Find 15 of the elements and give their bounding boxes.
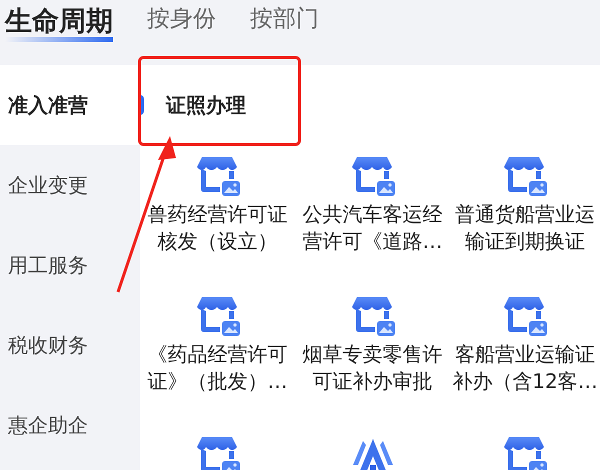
section-title: 证照办理 [166, 92, 246, 119]
service-label[interactable]: 普通货船营业运输证到期换证 [448, 201, 600, 255]
sidebar-item[interactable]: 企业变更 [0, 145, 140, 225]
service-label[interactable]: 客船营业运输证补办（含12客… [448, 341, 600, 395]
tab[interactable]: 按身份 [147, 6, 216, 38]
sidebar-item[interactable]: 惠企助企 [0, 385, 140, 465]
sidebar-item[interactable]: 税收财务 [0, 305, 140, 385]
service-label[interactable]: 烟草专卖零售许可证补办审批 [296, 341, 450, 395]
sidebar-item[interactable]: 用工服务 [0, 225, 140, 305]
tab[interactable]: 生命周期 [5, 6, 113, 42]
service-label[interactable]: 《药品经营许可证》（批发）… [140, 341, 294, 395]
tab[interactable]: 按部门 [250, 6, 319, 38]
service-label[interactable]: 兽药经营许可证核发（设立） [140, 201, 294, 255]
service-label[interactable]: 公共汽车客运经营许可《道路… [296, 201, 450, 255]
sidebar-item[interactable]: 准入准营 [0, 65, 140, 145]
